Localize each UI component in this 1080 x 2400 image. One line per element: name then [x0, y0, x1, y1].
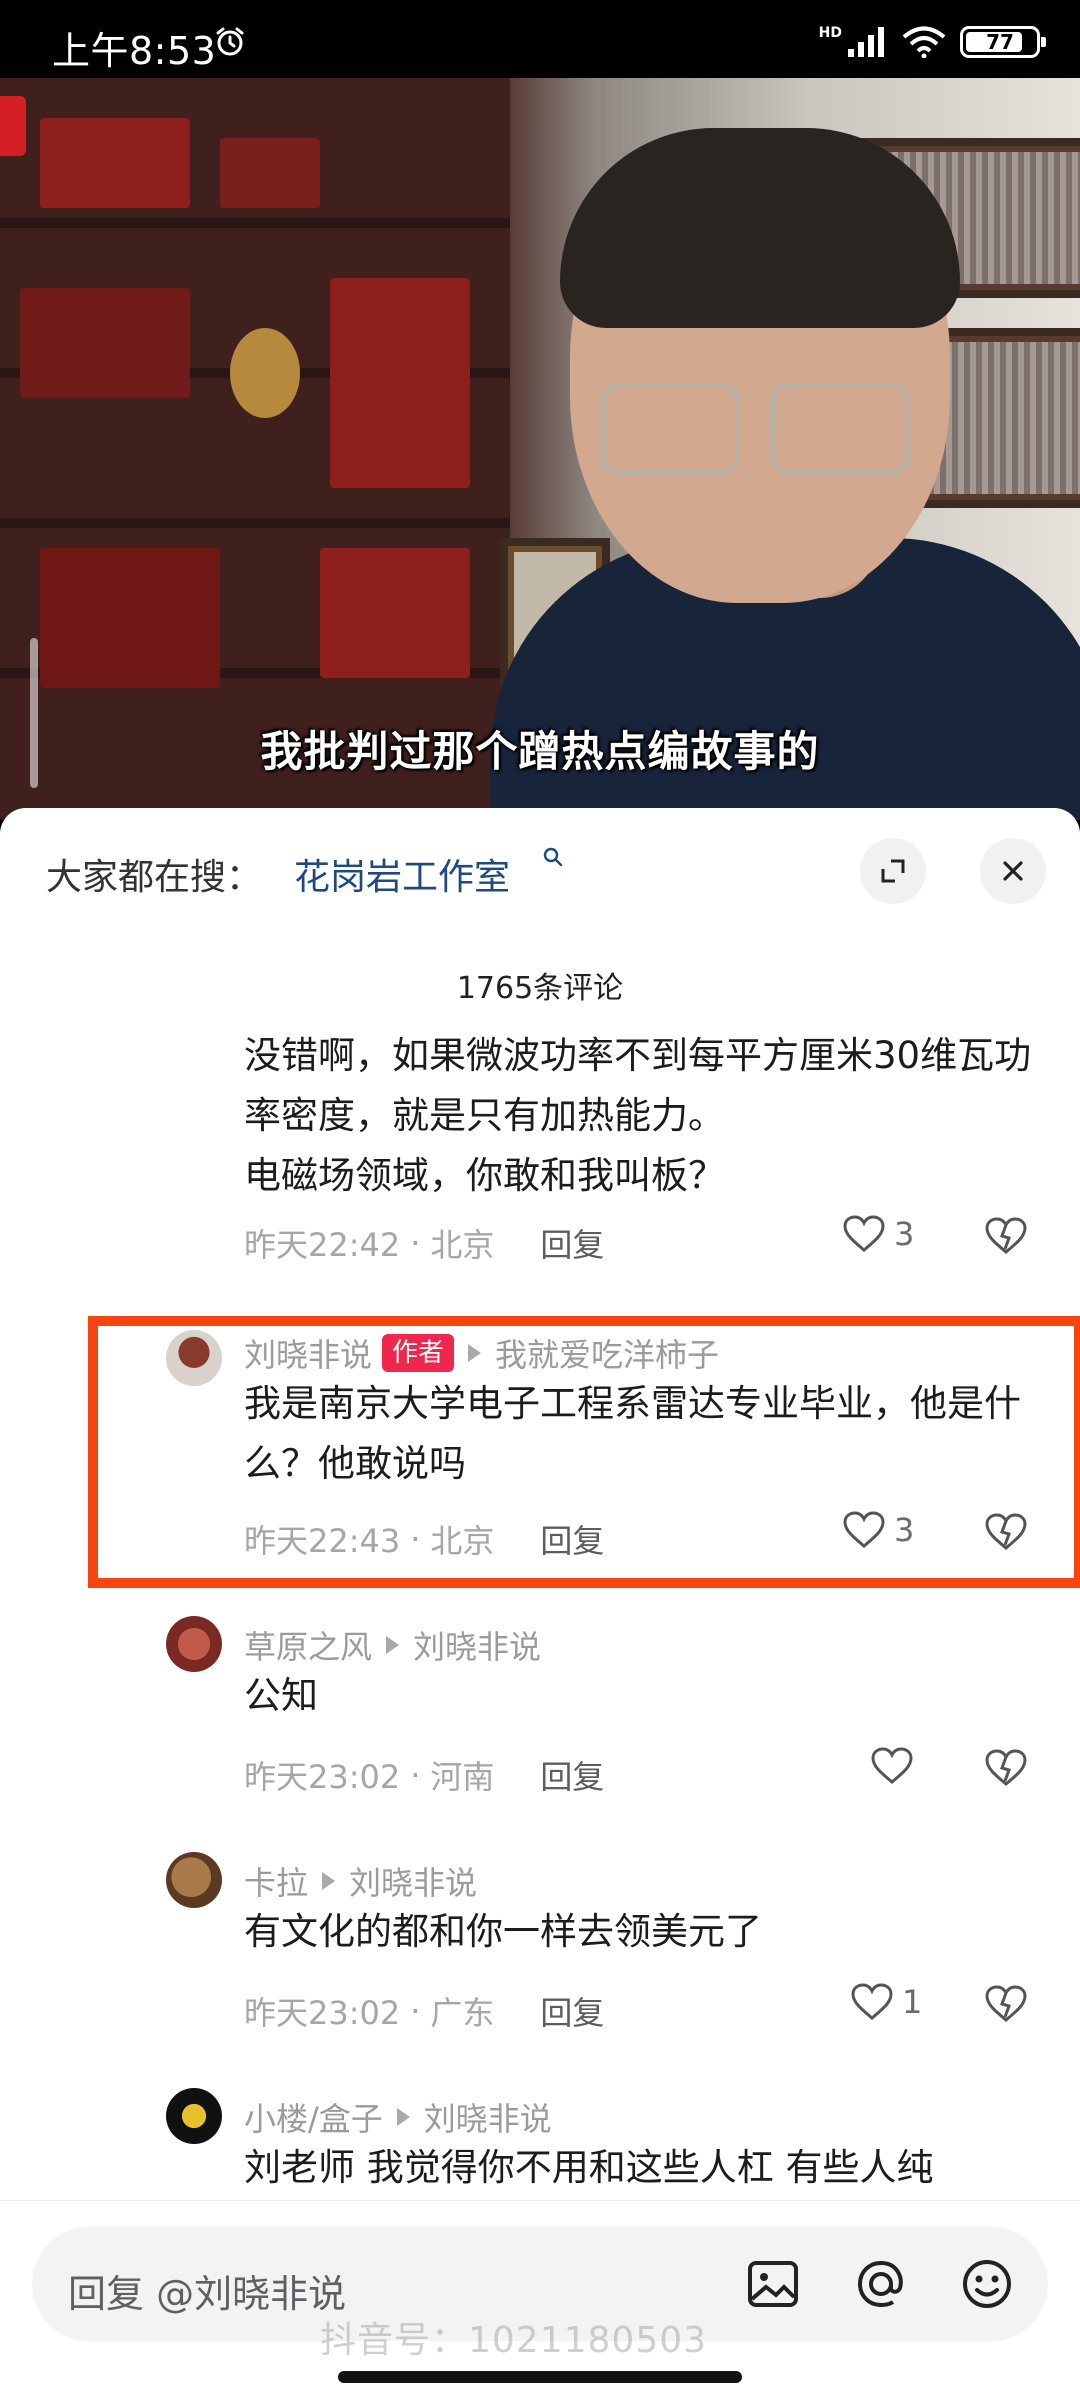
- search-suggestion-bar: 大家都在搜： 花岗岩工作室: [0, 808, 1080, 920]
- comment-time: 昨天23:02: [244, 1994, 401, 2032]
- reply-to-username[interactable]: 刘晓非说: [349, 1858, 477, 1904]
- dislike-icon[interactable]: [984, 1984, 1028, 2024]
- comment-meta: 昨天22:42 · 北京 回复: [244, 1220, 604, 1266]
- reply-button[interactable]: 回复: [540, 1220, 604, 1266]
- reply-input-placeholder: 回复 @刘晓非说: [68, 2272, 347, 2316]
- reply-button[interactable]: 回复: [540, 1988, 604, 2034]
- search-icon: [543, 847, 563, 867]
- heart-icon: [851, 1983, 893, 2020]
- comment-location: 广东: [430, 1994, 495, 2032]
- avatar[interactable]: [166, 2088, 222, 2144]
- signal-icon: [848, 27, 884, 57]
- network-hd-label: HD: [818, 25, 842, 41]
- comment-username[interactable]: 小楼/盒子: [244, 2094, 383, 2140]
- close-icon: [1003, 861, 1023, 881]
- status-bar: 上午8:53 HD 77: [0, 0, 1080, 78]
- battery-indicator: 77: [960, 26, 1046, 58]
- reply-to-username[interactable]: 刘晓非说: [413, 1622, 541, 1668]
- avatar[interactable]: [166, 1852, 222, 1908]
- glasses-left: [600, 383, 740, 475]
- reply-to-username[interactable]: 刘晓非说: [424, 2094, 552, 2140]
- background-shelf: [0, 78, 510, 820]
- alarm-icon: [216, 27, 244, 56]
- comment-meta: 昨天23:02 · 广东 回复: [244, 1988, 604, 2034]
- comment-username[interactable]: 卡拉: [244, 1858, 308, 1904]
- comment-username[interactable]: 草原之风: [244, 1622, 372, 1668]
- reply-arrow-icon: [322, 1872, 336, 1890]
- comment-location: 北京: [430, 1226, 495, 1264]
- comment-time: 昨天22:42: [244, 1226, 401, 1264]
- comment-text: 没错啊，如果微波功率不到每平方厘米30维瓦功率密度，就是只有加热能力。 电磁场领…: [244, 1034, 1032, 1197]
- video-subtitle: 我批判过那个蹭热点编故事的: [260, 727, 820, 776]
- search-suggestion-prefix: 大家都在搜：: [46, 857, 263, 898]
- channel-logo-icon: [0, 96, 26, 156]
- comment-header: 草原之风 刘晓非说: [244, 1622, 541, 1668]
- wifi-icon: [902, 26, 946, 58]
- mention-icon[interactable]: [850, 2253, 912, 2315]
- watermark-text: 抖音号：1021180503: [320, 2320, 708, 2361]
- glasses-right: [770, 383, 910, 475]
- video-player[interactable]: 我批判过那个蹭热点编故事的: [0, 78, 1080, 820]
- like-button[interactable]: [870, 1746, 914, 1786]
- heart-icon: [871, 1747, 913, 1784]
- image-icon[interactable]: [742, 2253, 804, 2315]
- reply-button[interactable]: 回复: [540, 1752, 604, 1798]
- battery-level: 77: [986, 30, 1014, 54]
- expand-icon: [881, 859, 905, 883]
- like-count: 3: [894, 1215, 915, 1253]
- comment-text: 有文化的都和你一样去领美元了: [244, 1910, 762, 1953]
- reply-arrow-icon: [396, 2108, 410, 2126]
- comment-count: 1765条评论: [456, 971, 624, 1006]
- comment-text: 公知: [244, 1674, 318, 1717]
- comment-text: 刘老师 我觉得你不用和这些人杠 有些人纯: [244, 2146, 934, 2189]
- like-button[interactable]: 1: [850, 1982, 922, 2022]
- dislike-icon[interactable]: [984, 1748, 1028, 1788]
- comment-sheet: 大家都在搜： 花岗岩工作室 1765条评论 没错啊，如果微波功率不到每平方厘米3…: [0, 808, 1080, 2400]
- close-button[interactable]: [980, 838, 1046, 904]
- avatar[interactable]: [166, 1616, 222, 1672]
- comment-header: 小楼/盒子 刘晓非说: [244, 2094, 552, 2140]
- expand-button[interactable]: [860, 838, 926, 904]
- reply-arrow-icon: [386, 1636, 400, 1654]
- heart-icon: [843, 1215, 885, 1252]
- comment-meta: 昨天23:02 · 河南 回复: [244, 1752, 604, 1798]
- reply-bar: 回复 @刘晓非说 抖音号：1021180503: [0, 2200, 1080, 2400]
- dislike-icon[interactable]: [984, 1216, 1028, 1256]
- like-count: 1: [902, 1983, 923, 2021]
- comment-location: 河南: [430, 1758, 495, 1796]
- comment-header: 卡拉 刘晓非说: [244, 1858, 477, 1904]
- like-button[interactable]: 3: [842, 1214, 914, 1254]
- home-indicator[interactable]: [338, 2371, 742, 2383]
- status-time: 上午8:53: [52, 29, 217, 73]
- comment-time: 昨天23:02: [244, 1758, 401, 1796]
- emoji-icon[interactable]: [956, 2253, 1018, 2315]
- search-suggestion-link[interactable]: 花岗岩工作室: [294, 848, 510, 900]
- highlight-box: [88, 1316, 1080, 1588]
